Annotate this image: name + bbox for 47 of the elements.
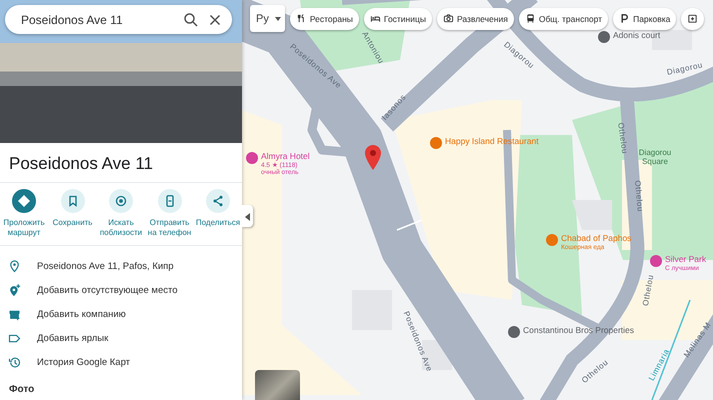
- bus-icon: [524, 13, 536, 24]
- poi-name[interactable]: Constantinou Bros Properties: [523, 326, 634, 336]
- search-bar[interactable]: Poseidonos Ave 11: [5, 5, 232, 34]
- street-label: Othelou: [633, 180, 645, 212]
- street-label: Othelou: [641, 274, 656, 307]
- info-row-text[interactable]: Добавить отсутствующее место: [37, 284, 178, 296]
- fork-icon: [296, 13, 307, 24]
- poi-name[interactable]: Almyra Hotel: [261, 152, 310, 162]
- category-chip[interactable]: Парковка: [613, 8, 676, 30]
- camera-icon: [442, 13, 454, 24]
- action-button[interactable]: Проложить маршрут: [0, 189, 48, 238]
- category-chip[interactable]: [681, 8, 704, 30]
- info-row-text[interactable]: Poseidonos Ave 11, Pafos, Кипр: [37, 260, 174, 272]
- bed-icon: [370, 13, 381, 24]
- caret-icon: [274, 16, 281, 20]
- hotel-marker-icon[interactable]: [650, 255, 662, 267]
- plus-icon: [687, 13, 698, 24]
- street-label: Othelou: [616, 122, 630, 154]
- action-button[interactable]: Поделиться: [194, 189, 242, 238]
- addpin-icon: [7, 282, 22, 298]
- location-pin-icon[interactable]: [364, 145, 382, 170]
- left-triangle-icon: [244, 212, 250, 220]
- collapse-panel-button[interactable]: [242, 205, 253, 227]
- search-icon[interactable]: [182, 10, 200, 28]
- history-icon: [7, 354, 22, 370]
- map-type-dropdown[interactable]: Ру: [250, 5, 285, 32]
- info-row-text[interactable]: Добавить ярлык: [37, 332, 108, 344]
- parking-icon: [619, 13, 630, 24]
- search-field[interactable]: Poseidonos Ave 11: [19, 12, 176, 28]
- poi-name[interactable]: Adonis court: [613, 31, 660, 41]
- satellite-thumbnail[interactable]: [255, 370, 300, 400]
- place-marker-icon[interactable]: [598, 31, 610, 43]
- action-button[interactable]: Искать поблизости: [97, 189, 145, 238]
- info-row-text[interactable]: История Google Карт: [37, 356, 130, 368]
- action-button[interactable]: Отправить на телефон: [146, 189, 194, 238]
- action-button[interactable]: Сохранить: [48, 189, 96, 238]
- section-heading: Фото: [8, 383, 36, 398]
- pin-icon: [7, 258, 22, 274]
- place-marker-icon[interactable]: [508, 326, 520, 338]
- park-label: Diagorou Square: [638, 148, 672, 166]
- category-chip[interactable]: Развлечения: [436, 8, 514, 30]
- category-chip[interactable]: Рестораны: [290, 8, 359, 30]
- info-row-text[interactable]: Добавить компанию: [37, 308, 126, 320]
- place-title: Poseidonos Ave 11: [8, 153, 154, 175]
- category-chip[interactable]: Гостиницы: [364, 8, 432, 30]
- category-chip[interactable]: Общ. транспорт: [518, 8, 608, 30]
- street-label: Diagorou: [666, 60, 704, 77]
